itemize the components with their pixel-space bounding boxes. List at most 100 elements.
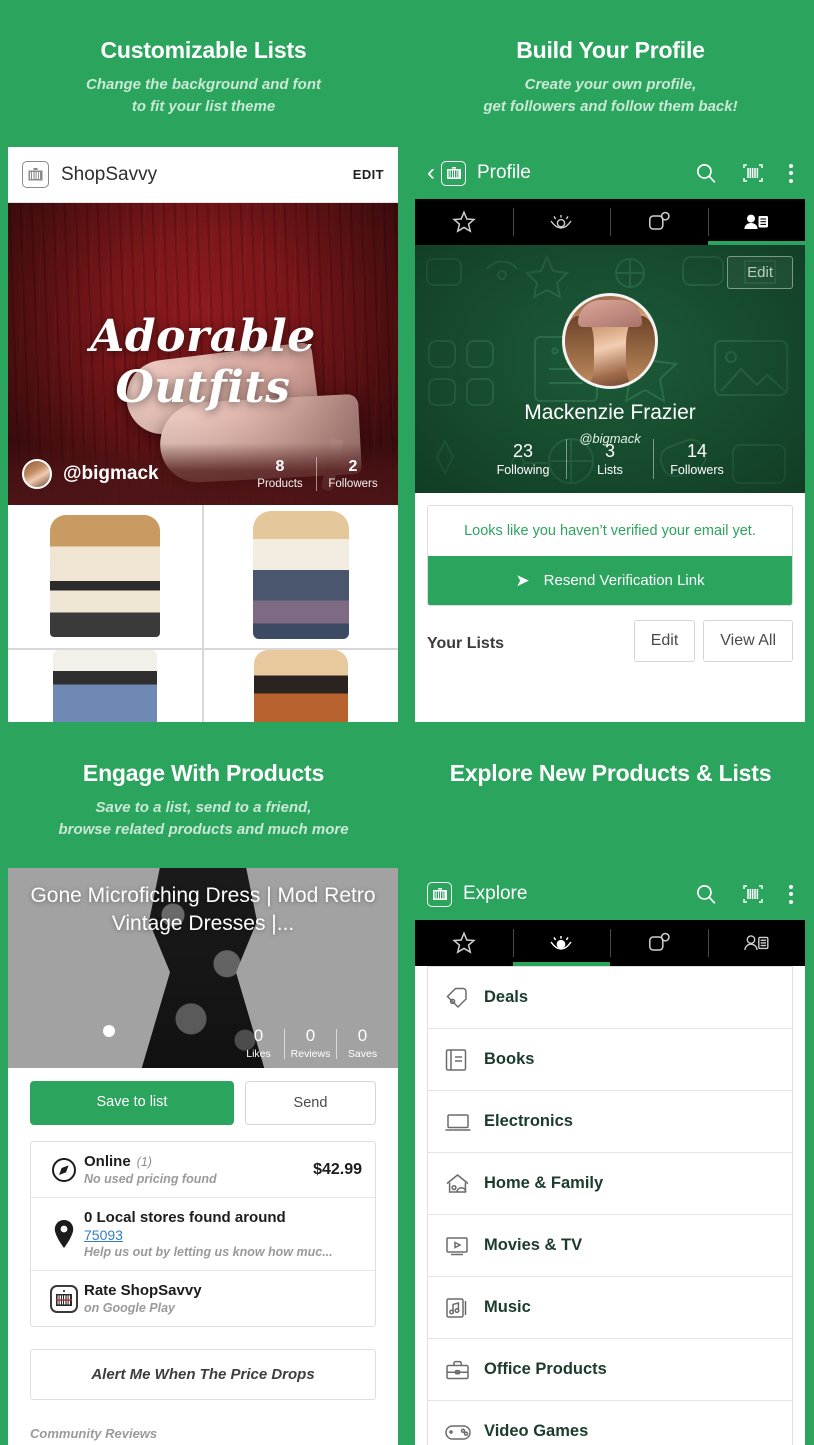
category-item-home-family[interactable]: Home & Family bbox=[428, 1153, 792, 1214]
category-label: Music bbox=[484, 1298, 531, 1316]
promo-subtitle-line2: to fit your list theme bbox=[131, 97, 276, 115]
avatar-detail bbox=[577, 299, 643, 327]
carousel-dot[interactable] bbox=[103, 1025, 115, 1037]
verify-email-box: Looks like you haven’t verified your ema… bbox=[427, 505, 793, 606]
list-owner-handle[interactable]: @bigmack bbox=[63, 463, 249, 485]
search-icon[interactable] bbox=[694, 161, 719, 186]
profile-hero: Edit Mackenzie Frazier @bigmack 23 Follo… bbox=[415, 245, 805, 493]
category-label: Electronics bbox=[484, 1112, 573, 1130]
your-lists-view-all-button[interactable]: View All bbox=[703, 620, 793, 662]
product-info-card: Online (1) No used pricing found $42.99 0… bbox=[30, 1141, 376, 1327]
product-title: Gone Microfiching Dress | Mod Retro Vint… bbox=[30, 884, 376, 935]
resend-verification-label: Resend Verification Link bbox=[543, 572, 705, 589]
promo-header-engage-with-products: Engage With Products Save to a list, sen… bbox=[0, 760, 407, 840]
overflow-menu-icon[interactable] bbox=[789, 163, 793, 183]
list-cover-image[interactable]: Adorable Outfits @bigmack 8 Products 2 F… bbox=[8, 203, 398, 505]
price-drop-alert-button[interactable]: Alert Me When The Price Drops bbox=[30, 1349, 376, 1400]
online-title: Online bbox=[84, 1153, 131, 1170]
barcode-scan-icon[interactable] bbox=[741, 882, 765, 906]
profile-edit-button[interactable]: Edit bbox=[727, 256, 793, 289]
app-store-promo-collage: Customizable Lists Change the background… bbox=[0, 0, 814, 1445]
category-item-office-products[interactable]: Office Products bbox=[428, 1339, 792, 1400]
profile-stat-following[interactable]: 23 Following bbox=[480, 441, 566, 478]
local-stores-row[interactable]: 0 Local stores found around 75093 Help u… bbox=[31, 1198, 375, 1271]
rate-app-row[interactable]: Rate ShopSavvy on Google Play bbox=[31, 1271, 375, 1326]
profile-stat-lists[interactable]: 3 Lists bbox=[567, 441, 653, 478]
tab-profile[interactable] bbox=[707, 920, 806, 966]
online-pricing-body: Online (1) No used pricing found bbox=[84, 1153, 305, 1186]
promo-header-explore-new-products: Explore New Products & Lists bbox=[407, 760, 814, 786]
thumb-graphic bbox=[254, 650, 348, 722]
promo-subtitle: Save to a list, send to a friend, browse… bbox=[0, 797, 407, 840]
list-product-thumb[interactable] bbox=[8, 505, 202, 648]
category-label: Office Products bbox=[484, 1360, 607, 1378]
product-stat-reviews[interactable]: 0 Reviews bbox=[285, 1027, 336, 1060]
list-app-title: ShopSavvy bbox=[61, 163, 158, 185]
rate-app-title: Rate ShopSavvy bbox=[84, 1282, 202, 1299]
overflow-menu-icon[interactable] bbox=[789, 884, 793, 904]
screenshot-explore: Explore Deals Books Electronics Home & F… bbox=[415, 868, 805, 1445]
list-product-grid bbox=[8, 505, 398, 722]
online-pricing-row[interactable]: Online (1) No used pricing found $42.99 bbox=[31, 1142, 375, 1198]
resend-verification-button[interactable]: ➤ Resend Verification Link bbox=[428, 556, 792, 605]
avatar[interactable] bbox=[562, 293, 658, 389]
tab-star[interactable] bbox=[415, 920, 513, 966]
search-icon[interactable] bbox=[694, 882, 719, 907]
profile-display-name: Mackenzie Frazier bbox=[524, 401, 696, 424]
product-stat-likes[interactable]: 0 Likes bbox=[233, 1027, 284, 1060]
category-item-video-games[interactable]: Video Games bbox=[428, 1401, 792, 1445]
promo-subtitle-line2: browse related products and much more bbox=[58, 820, 349, 838]
tab-eye[interactable] bbox=[512, 199, 611, 245]
list-edit-button[interactable]: EDIT bbox=[353, 167, 384, 182]
category-item-music[interactable]: Music bbox=[428, 1277, 792, 1338]
tab-eye[interactable] bbox=[512, 920, 611, 966]
list-product-thumb[interactable] bbox=[8, 650, 202, 722]
category-item-electronics[interactable]: Electronics bbox=[428, 1091, 792, 1152]
local-stores-body: 0 Local stores found around 75093 Help u… bbox=[84, 1209, 362, 1259]
stat-label: Saves bbox=[347, 1048, 378, 1060]
product-stat-saves[interactable]: 0 Saves bbox=[337, 1027, 388, 1060]
eye-icon bbox=[550, 215, 572, 229]
list-top-bar: ShopSavvy EDIT bbox=[8, 147, 398, 203]
list-product-thumb[interactable] bbox=[204, 505, 398, 648]
tab-tag[interactable] bbox=[610, 920, 708, 966]
tab-profile[interactable] bbox=[707, 199, 806, 245]
shopsavvy-logo-icon bbox=[427, 881, 452, 907]
avatar[interactable] bbox=[22, 459, 52, 489]
profile-app-bar: ‹ Profile bbox=[415, 147, 805, 199]
local-stores-title: 0 Local stores found around bbox=[84, 1209, 286, 1226]
back-chevron-icon[interactable]: ‹ bbox=[427, 161, 435, 185]
compass-icon bbox=[44, 1155, 84, 1185]
send-button[interactable]: Send bbox=[244, 1081, 376, 1125]
tag-icon bbox=[648, 932, 670, 951]
thumb-graphic bbox=[50, 515, 160, 637]
local-zip-link[interactable]: 75093 bbox=[84, 1227, 362, 1243]
stat-value: 0 bbox=[357, 1026, 368, 1046]
tab-star[interactable] bbox=[415, 199, 513, 245]
category-item-books[interactable]: Books bbox=[428, 1029, 792, 1090]
stat-label: Following bbox=[496, 463, 550, 478]
stat-divider bbox=[316, 457, 317, 491]
verify-email-message: Looks like you haven’t verified your ema… bbox=[464, 523, 756, 539]
promo-subtitle-line2: get followers and follow them back! bbox=[483, 97, 738, 115]
thumb-graphic bbox=[253, 511, 349, 639]
promo-header-customizable-lists: Customizable Lists Change the background… bbox=[0, 37, 407, 117]
tab-tag[interactable] bbox=[610, 199, 708, 245]
profile-stat-followers[interactable]: 14 Followers bbox=[654, 441, 740, 478]
profile-tab-bar bbox=[415, 199, 805, 245]
barcode-scan-icon[interactable] bbox=[741, 161, 765, 185]
rate-app-body: Rate ShopSavvy on Google Play bbox=[84, 1282, 362, 1315]
your-lists-edit-button[interactable]: Edit bbox=[633, 620, 696, 662]
gamepad-icon bbox=[444, 1421, 484, 1443]
stat-value: 0 bbox=[305, 1026, 316, 1046]
save-to-list-button[interactable]: Save to list bbox=[30, 1081, 234, 1125]
category-item-deals[interactable]: Deals bbox=[428, 967, 792, 1028]
thumb-graphic bbox=[53, 650, 157, 722]
product-hero-image[interactable]: Gone Microfiching Dress | Mod Retro Vint… bbox=[8, 868, 398, 1068]
eye-icon bbox=[550, 936, 572, 950]
online-subtitle: No used pricing found bbox=[84, 1172, 217, 1186]
stat-value: 3 bbox=[604, 440, 615, 461]
list-product-thumb[interactable] bbox=[204, 650, 398, 722]
stat-label: Reviews bbox=[290, 1048, 331, 1060]
category-item-movies-tv[interactable]: Movies & TV bbox=[428, 1215, 792, 1276]
